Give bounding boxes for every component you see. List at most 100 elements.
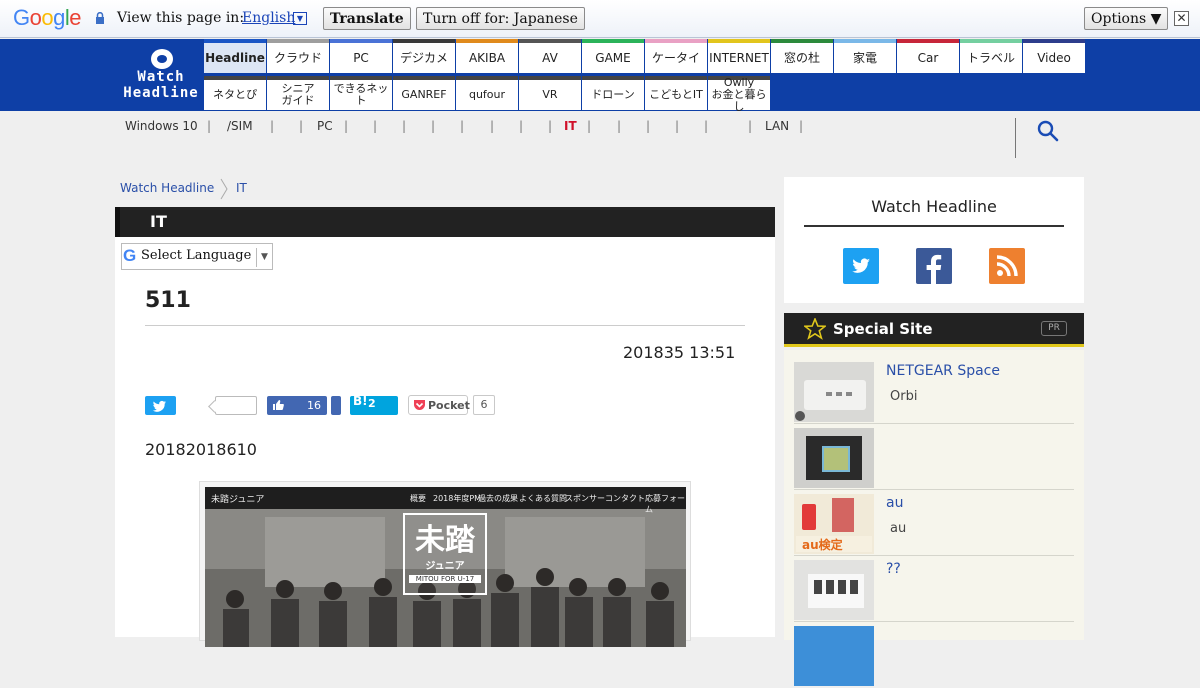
- logo-line2: Headline: [123, 85, 199, 101]
- svg-text:au検定: au検定: [802, 537, 843, 552]
- subnav-separator: |: [519, 119, 524, 133]
- nav-item-row1[interactable]: クラウド: [267, 39, 329, 73]
- site-logo[interactable]: Watch Headline: [118, 39, 204, 111]
- nav-item-row1[interactable]: GAME: [582, 39, 644, 73]
- options-button[interactable]: Options ▼: [1084, 7, 1169, 30]
- article-title: 511: [145, 288, 191, 313]
- photo-menu-4: よくある質問: [519, 494, 567, 503]
- subnav-separator: |: [431, 119, 436, 133]
- special-site-name: NETGEAR Space: [886, 363, 1000, 379]
- chevron-right-icon: [220, 178, 228, 200]
- twitter-bird-icon: [152, 400, 166, 412]
- hatena-bookmark-button[interactable]: B! 2: [350, 394, 398, 415]
- nav-item-row1[interactable]: PC: [330, 39, 392, 73]
- special-site-thumbnail: [794, 560, 874, 620]
- subnav-item[interactable]: Windows 10: [125, 119, 198, 133]
- subnav-separator: |: [373, 119, 378, 133]
- special-site-item[interactable]: [794, 424, 1074, 490]
- subnav-item[interactable]: /SIM: [227, 119, 253, 133]
- translate-prompt: View this page in:: [117, 10, 245, 26]
- facebook-like-count: 16: [307, 399, 321, 412]
- pocket-label: Pocket: [428, 399, 470, 412]
- pocket-button[interactable]: Pocket: [408, 395, 470, 415]
- logo-mark-icon: [151, 49, 173, 69]
- dropdown-arrow-icon: ▼: [256, 248, 272, 267]
- nav-item-row1[interactable]: Car: [897, 39, 959, 73]
- nav-item-row2[interactable]: こどもとIT: [645, 76, 707, 110]
- close-icon[interactable]: ✕: [1174, 11, 1189, 26]
- nav-item-row1[interactable]: Headline: [204, 39, 266, 73]
- special-site-name: au: [886, 495, 904, 511]
- subnav-separator: |: [270, 119, 275, 133]
- special-site-sub: Orbi: [890, 389, 918, 404]
- facebook-like-button[interactable]: 16: [267, 396, 327, 415]
- subnav-item[interactable]: PC: [317, 119, 333, 133]
- subnav-item[interactable]: IT: [564, 119, 577, 133]
- nav-item-row1[interactable]: ケータイ: [645, 39, 707, 73]
- nav-item-row1[interactable]: トラベル: [960, 39, 1022, 73]
- special-site-item[interactable]: ??: [794, 556, 1074, 622]
- nav-item-row1[interactable]: 家電: [834, 39, 896, 73]
- nav-item-row2[interactable]: qufour: [456, 76, 518, 110]
- google-g-icon: G: [123, 246, 137, 265]
- nav-item-row2[interactable]: シニア ガイド: [267, 76, 329, 110]
- photo-menu-6: コンタクト: [605, 494, 645, 503]
- facebook-icon[interactable]: [916, 248, 952, 284]
- nav-item-row1[interactable]: 窓の杜: [771, 39, 833, 73]
- photo-site-name: 未踏ジュニア: [211, 495, 265, 505]
- site-header: Watch Headline Headline クラウド PC デジカメ AKIBA AV…: [0, 39, 1200, 113]
- photo-menu-3: 過去の成果: [478, 494, 518, 503]
- subnav-separator: |: [344, 119, 349, 133]
- google-logo: Google: [13, 5, 82, 30]
- nav-item-row2[interactable]: Owlly お金と暮らし: [708, 76, 770, 113]
- special-site-list: NETGEAR Space Orbi au検定 au au ??: [784, 350, 1084, 686]
- turn-off-button[interactable]: Turn off for: Japanese: [416, 7, 585, 30]
- lock-icon: [96, 12, 104, 24]
- special-site-item[interactable]: [794, 622, 1074, 688]
- search-icon[interactable]: [1037, 120, 1059, 142]
- photo-menu-1: 概要: [410, 494, 426, 503]
- article-image[interactable]: 未踏ジュニア 概要 2018年度PM 過去の成果 よくある質問 スポンサー コン…: [199, 481, 691, 647]
- nav-item-row1[interactable]: AV: [519, 39, 581, 73]
- nav-item-row2[interactable]: ドローン: [582, 76, 644, 110]
- nav-item-row1[interactable]: INTERNET: [708, 39, 770, 73]
- translate-language-link[interactable]: English: [242, 10, 295, 26]
- hatena-count: 2: [368, 397, 376, 410]
- nav-item-row1[interactable]: AKIBA: [456, 39, 518, 73]
- nav-item-row2[interactable]: ネタとぴ: [204, 76, 266, 110]
- facebook-share-tail[interactable]: [331, 396, 341, 415]
- tweet-count: [215, 396, 257, 415]
- select-language-dropdown[interactable]: G Select Language ▼: [121, 243, 273, 270]
- article-panel: IT G Select Language ▼ 511 201835 13:51 …: [115, 207, 775, 647]
- photo-logo-caption: MITOU FOR U-17: [409, 575, 481, 583]
- follow-divider: [804, 225, 1064, 227]
- subnav-separator: |: [646, 119, 651, 133]
- title-divider: [145, 325, 745, 326]
- special-site-item[interactable]: au検定 au au: [794, 490, 1074, 556]
- breadcrumb-current[interactable]: IT: [236, 181, 247, 195]
- pocket-icon: [414, 400, 425, 410]
- follow-title: Watch Headline: [871, 197, 997, 216]
- nav-item-row2[interactable]: できるネット: [330, 76, 392, 110]
- hatena-b-icon: B!: [353, 394, 368, 408]
- thumbs-up-icon: [273, 400, 284, 410]
- language-dropdown-icon[interactable]: ▼: [293, 12, 307, 25]
- breadcrumb-home[interactable]: Watch Headline: [120, 181, 214, 195]
- nav-item-row2[interactable]: VR: [519, 76, 581, 110]
- twitter-icon[interactable]: [843, 248, 879, 284]
- nav-item-row1[interactable]: Video: [1023, 39, 1085, 73]
- rss-icon[interactable]: [989, 248, 1025, 284]
- star-icon: [804, 318, 826, 340]
- special-site-sub: au: [890, 521, 907, 536]
- special-site-item[interactable]: NETGEAR Space Orbi: [794, 358, 1074, 424]
- nav-item-row1[interactable]: デジカメ: [393, 39, 455, 73]
- special-site-thumbnail: au検定: [794, 494, 874, 554]
- translate-button[interactable]: Translate: [323, 7, 411, 30]
- subnav-item[interactable]: LAN: [765, 119, 789, 133]
- tweet-button[interactable]: [145, 396, 176, 415]
- subnav-separator: |: [548, 119, 553, 133]
- photo-menu-2: 2018年度PM: [433, 494, 482, 503]
- subnav-separator: |: [799, 119, 804, 133]
- subnav-separator: |: [490, 119, 495, 133]
- nav-item-row2[interactable]: GANREF: [393, 76, 455, 110]
